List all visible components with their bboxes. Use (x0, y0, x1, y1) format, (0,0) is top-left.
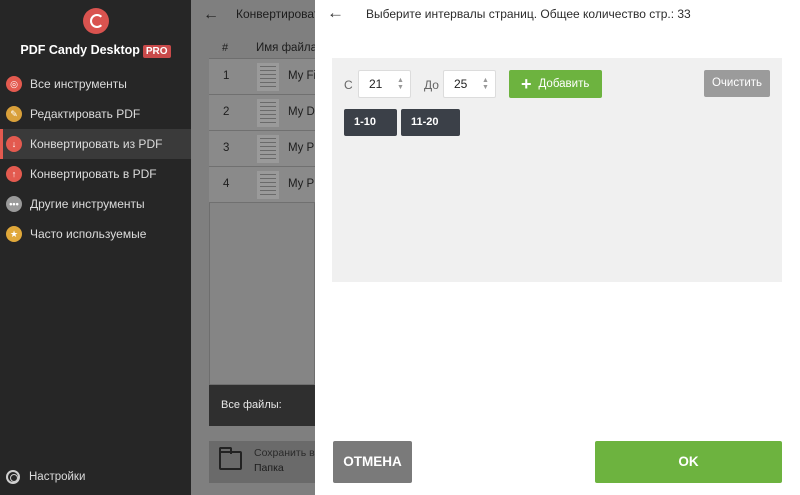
from-page-input[interactable]: 21 ▲ ▼ (358, 70, 411, 98)
add-range-label: Добавить (538, 78, 590, 90)
add-range-button[interactable]: + Добавить (509, 70, 602, 98)
file-name: My Pl (288, 142, 315, 154)
row-number: 2 (223, 106, 230, 118)
back-arrow-icon: ← (203, 6, 219, 23)
app-logo: PDF Candy Desktop PRO (0, 8, 191, 58)
sidebar-item-label: Другие инструменты (30, 197, 145, 211)
row-number: 4 (223, 178, 230, 190)
sidebar-item-label: Все инструменты (30, 77, 127, 91)
sidebar: PDF Candy Desktop PRO ◎ Все инструменты ✎… (0, 0, 191, 495)
save-folder-value: Папка (254, 462, 284, 474)
dialog-title: Выберите интервалы страниц. Общее количе… (366, 7, 691, 21)
column-header-filename: Имя файла (256, 42, 315, 54)
brand-name: PDF Candy Desktop PRO (0, 43, 191, 58)
sidebar-item-label: Конвертировать из PDF (30, 137, 163, 151)
file-name: My Fi (288, 70, 315, 82)
to-label: До (424, 78, 439, 92)
file-name: My D (288, 106, 315, 118)
row-number: 1 (223, 70, 230, 82)
folder-icon (219, 447, 242, 470)
save-to-label: Сохранить в (254, 447, 315, 459)
sidebar-item-convert-to-pdf[interactable]: ↑ Конвертировать в PDF (0, 159, 191, 189)
gear-icon (6, 470, 20, 484)
file-name: My Pl (288, 178, 315, 190)
convert-to-pdf-icon: ↑ (6, 166, 22, 182)
sidebar-item-all-tools[interactable]: ◎ Все инструменты (0, 69, 191, 99)
sidebar-item-label: Редактировать PDF (30, 107, 141, 121)
sidebar-item-label: Часто используемые (30, 227, 147, 241)
to-page-input[interactable]: 25 ▲ ▼ (443, 70, 496, 98)
page-range-dialog: ← Выберите интервалы страниц. Общее коли… (315, 0, 800, 495)
file-thumbnail-icon (257, 171, 279, 199)
spin-arrows-icon[interactable]: ▲ ▼ (482, 77, 489, 91)
cancel-button[interactable]: ОТМЕНА (333, 441, 412, 483)
file-thumbnail-icon (257, 63, 279, 91)
sidebar-item-frequently-used[interactable]: ★ Часто используемые (0, 219, 191, 249)
page-title: Конвертировать (236, 7, 315, 21)
clear-button[interactable]: Очистить (704, 70, 770, 97)
column-header-number: # (222, 42, 229, 54)
settings-button[interactable]: Настройки (6, 470, 85, 484)
ok-button[interactable]: OK (595, 441, 782, 483)
candy-logo-icon (82, 8, 109, 34)
from-page-value: 21 (369, 77, 383, 91)
sidebar-item-convert-from-pdf[interactable]: ↓ Конвертировать из PDF (0, 129, 191, 159)
spin-arrows-icon[interactable]: ▲ ▼ (397, 77, 404, 91)
range-chip[interactable]: 1-10 (344, 109, 397, 136)
settings-label: Настройки (29, 471, 86, 483)
from-label: С (344, 78, 353, 92)
sidebar-item-other-tools[interactable]: ••• Другие инструменты (0, 189, 191, 219)
sidebar-item-edit-pdf[interactable]: ✎ Редактировать PDF (0, 99, 191, 129)
file-thumbnail-icon (257, 135, 279, 163)
sidebar-nav: ◎ Все инструменты ✎ Редактировать PDF ↓ … (0, 69, 191, 249)
more-tools-icon: ••• (6, 196, 22, 212)
all-files-label: Все файлы: (221, 399, 282, 411)
range-chip[interactable]: 11-20 (401, 109, 460, 136)
to-page-value: 25 (454, 77, 468, 91)
all-tools-icon: ◎ (6, 76, 22, 92)
pro-badge: PRO (142, 45, 171, 58)
star-icon: ★ (6, 226, 22, 242)
back-arrow-icon[interactable]: ← (327, 3, 344, 23)
convert-from-pdf-icon: ↓ (6, 136, 22, 152)
row-number: 3 (223, 142, 230, 154)
plus-icon: + (521, 74, 532, 94)
brand-text: PDF Candy Desktop (20, 43, 140, 57)
file-thumbnail-icon (257, 99, 279, 127)
edit-pdf-icon: ✎ (6, 106, 22, 122)
sidebar-item-label: Конвертировать в PDF (30, 167, 157, 181)
